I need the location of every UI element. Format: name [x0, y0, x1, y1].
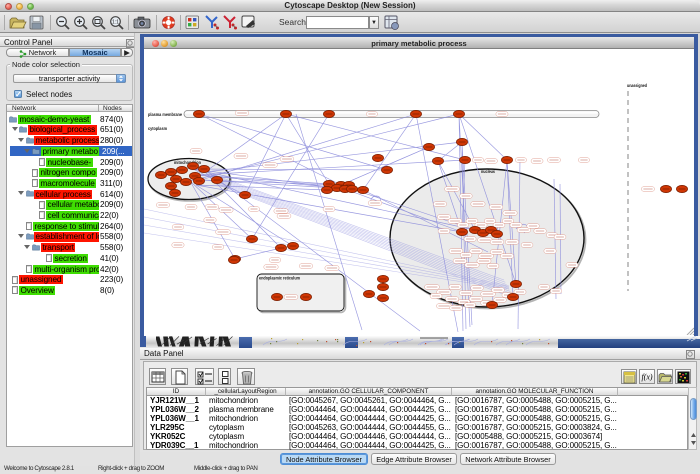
svg-text:nucleus: nucleus [481, 169, 495, 174]
svg-text:endoplasmic reticulum: endoplasmic reticulum [259, 276, 300, 281]
svg-text:f(x): f(x) [641, 373, 652, 382]
svg-text:1:1: 1:1 [112, 20, 119, 26]
svg-text:unassigned: unassigned [627, 83, 647, 88]
svg-text:cytoplasm: cytoplasm [148, 126, 167, 131]
svg-text:plasma membrane: plasma membrane [148, 112, 182, 117]
